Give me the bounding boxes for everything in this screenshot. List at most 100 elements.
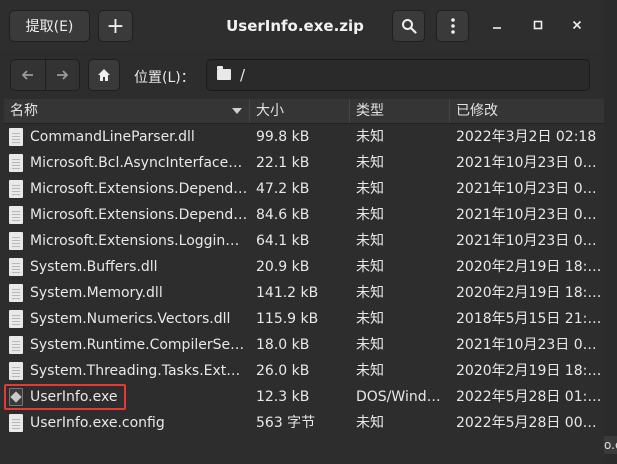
- file-row[interactable]: Microsoft.Extensions.Depende… 47.2 kB 未知 20…: [4, 176, 604, 202]
- file-name: CommandLineParser.dll: [30, 129, 195, 145]
- file-modified: 2021年10月23日 07…: [456, 337, 602, 353]
- file-icon: [9, 180, 23, 198]
- file-size: 115.9 kB: [256, 311, 319, 327]
- file-icon: [9, 336, 23, 354]
- file-row[interactable]: Microsoft.Extensions.Depende… 84.6 kB 未知 20…: [4, 202, 604, 228]
- file-row[interactable]: UserInfo.exe.config 563 字节 未知 2022年5月28日 00…: [4, 410, 604, 436]
- file-row[interactable]: System.Buffers.dll 20.9 kB 未知 2020年2月19日 18…: [4, 254, 604, 280]
- search-icon: [401, 19, 417, 34]
- header-bar: 提取(E) + UserInfo.exe.zip: [0, 0, 604, 53]
- file-name: Microsoft.Extensions.Depende…: [30, 181, 248, 197]
- file-modified: 2020年2月19日 18:05: [456, 363, 602, 379]
- file-type: 未知: [356, 311, 384, 327]
- back-button[interactable]: [11, 60, 45, 90]
- file-name: Microsoft.Extensions.Depende…: [30, 207, 248, 223]
- file-row[interactable]: System.Threading.Tasks.Exten… 26.0 kB 未知 20…: [4, 358, 604, 384]
- file-name: System.Memory.dll: [30, 285, 163, 301]
- file-name: System.Threading.Tasks.Exten…: [30, 363, 248, 379]
- file-name: System.Runtime.CompilerServ…: [30, 337, 248, 353]
- file-name: System.Numerics.Vectors.dll: [30, 311, 231, 327]
- file-modified: 2020年2月19日 18:05: [456, 259, 602, 275]
- file-row[interactable]: Microsoft.Extensions.Logging.… 64.1 kB 未知 2…: [4, 228, 604, 254]
- file-modified: 2020年2月19日 18:05: [456, 285, 602, 301]
- file-icon: [9, 310, 23, 328]
- search-button[interactable]: [392, 10, 425, 42]
- extract-button-label: 提取(E): [25, 19, 74, 35]
- file-type: 未知: [356, 363, 384, 379]
- file-icon: [9, 362, 23, 380]
- file-type: 未知: [356, 233, 384, 249]
- file-size: 20.9 kB: [256, 259, 310, 275]
- file-type: 未知: [356, 259, 384, 275]
- window-title: UserInfo.exe.zip: [226, 17, 364, 35]
- folder-icon: [217, 66, 231, 80]
- file-modified: 2021年10月23日 07…: [456, 155, 602, 171]
- file-row[interactable]: Microsoft.Bcl.AsyncInterfaces.dll 22.1 kB…: [4, 150, 604, 176]
- menu-button[interactable]: [436, 10, 469, 42]
- path-field[interactable]: /: [206, 59, 590, 91]
- file-type: DOS/Wind…: [356, 389, 441, 405]
- file-type: 未知: [356, 415, 384, 431]
- file-modified: 2021年10月23日 07…: [456, 233, 602, 249]
- file-row[interactable]: System.Runtime.CompilerServ… 18.0 kB 未知 202…: [4, 332, 604, 358]
- column-name[interactable]: 名称: [4, 99, 250, 123]
- file-type: 未知: [356, 207, 384, 223]
- column-type-label: 类型: [356, 103, 384, 119]
- file-modified: 2018年5月15日 21:29: [456, 311, 602, 327]
- location-bar: 位置(L)： /: [0, 52, 604, 98]
- extract-button[interactable]: 提取(E): [9, 10, 90, 42]
- file-row[interactable]: System.Numerics.Vectors.dll 115.9 kB 未知 201…: [4, 306, 604, 332]
- navigation-buttons: [10, 59, 80, 91]
- file-size: 563 字节: [256, 415, 316, 431]
- file-size: 22.1 kB: [256, 155, 310, 171]
- add-button[interactable]: +: [98, 10, 133, 42]
- file-row[interactable]: CommandLineParser.dll 99.8 kB 未知 2022年3月2日 …: [4, 124, 604, 150]
- maximize-button[interactable]: [527, 14, 549, 36]
- file-icon: [9, 206, 23, 224]
- file-size: 99.8 kB: [256, 129, 310, 145]
- file-modified: 2021年10月23日 07…: [456, 207, 602, 223]
- sort-descending-icon: [232, 108, 242, 114]
- file-name: Microsoft.Bcl.AsyncInterfaces.dll: [30, 155, 248, 171]
- forward-button[interactable]: [44, 60, 80, 90]
- file-row[interactable]: System.Memory.dll 141.2 kB 未知 2020年2月19日 18…: [4, 280, 604, 306]
- close-icon: [572, 20, 582, 30]
- file-modified: 2022年3月2日 02:18: [456, 129, 597, 145]
- background-window-fragment: o.e: [604, 436, 617, 454]
- file-size: 12.3 kB: [256, 389, 310, 405]
- file-list: 名称 大小 类型 已修改 CommandLineParser.dll 99.8 k…: [4, 99, 604, 464]
- column-name-label: 名称: [10, 103, 38, 119]
- file-icon: [9, 154, 23, 172]
- minimize-button[interactable]: [486, 14, 508, 36]
- file-size: 47.2 kB: [256, 181, 310, 197]
- close-button[interactable]: [566, 14, 588, 36]
- file-icon: [9, 284, 23, 302]
- file-modified: 2022年5月28日 01:51: [456, 389, 602, 405]
- home-icon: [98, 69, 110, 81]
- maximize-icon: [533, 20, 543, 30]
- home-button[interactable]: [88, 59, 120, 91]
- column-header: 名称 大小 类型 已修改: [4, 99, 604, 124]
- column-modified[interactable]: 已修改: [450, 99, 604, 123]
- archive-manager-window: 提取(E) + UserInfo.exe.zip 位置(L)： / 名称 大小 …: [0, 0, 604, 464]
- column-type[interactable]: 类型: [350, 99, 450, 123]
- file-icon: [9, 232, 23, 250]
- file-type: 未知: [356, 285, 384, 301]
- path-text: /: [240, 66, 246, 84]
- column-size[interactable]: 大小: [250, 99, 350, 123]
- file-name: UserInfo.exe.config: [30, 415, 165, 431]
- file-size: 84.6 kB: [256, 207, 310, 223]
- file-icon: [9, 414, 23, 432]
- file-modified: 2022年5月28日 00…: [456, 415, 597, 431]
- arrow-right-icon: [57, 70, 69, 80]
- selection-highlight: [4, 384, 126, 410]
- minimize-icon: [493, 27, 501, 29]
- location-label: 位置(L)：: [134, 70, 195, 86]
- file-name: Microsoft.Extensions.Logging.…: [30, 233, 248, 249]
- file-type: 未知: [356, 155, 384, 171]
- file-icon: [9, 128, 23, 146]
- plus-icon: +: [106, 13, 125, 39]
- file-modified: 2021年10月23日 07…: [456, 181, 602, 197]
- more-vertical-icon: [450, 18, 455, 34]
- file-size: 141.2 kB: [256, 285, 319, 301]
